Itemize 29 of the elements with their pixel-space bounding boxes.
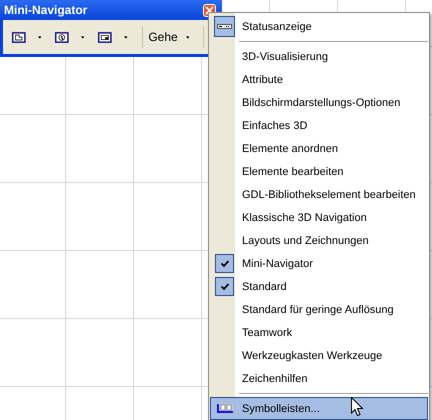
menu-item[interactable]: Zeichenhilfen: [210, 367, 428, 390]
menu-item[interactable]: Attribute: [210, 68, 428, 91]
layout-icon[interactable]: [98, 30, 112, 44]
menu-item[interactable]: Elemente anordnen: [210, 137, 428, 160]
menu-item[interactable]: 3D-Visualisierung: [210, 45, 428, 68]
menu-item[interactable]: Standard: [210, 275, 428, 298]
menu-item[interactable]: Standard für geringe Auflösung: [210, 298, 428, 321]
floor-plan-icon[interactable]: [12, 30, 26, 44]
dropdown-arrow-icon[interactable]: [80, 36, 84, 38]
menu-item[interactable]: Werkzeugkasten Werkzeuge: [210, 344, 428, 367]
menu-item[interactable]: Teamwork: [210, 321, 428, 344]
mouse-pointer-icon: [351, 397, 364, 417]
menu-item[interactable]: Einfaches 3D: [210, 114, 428, 137]
dropdown-arrow-icon[interactable]: [124, 36, 128, 38]
status-bar-icon: [214, 16, 235, 37]
goto-menu-button[interactable]: Gehe: [148, 30, 178, 44]
menu-item[interactable]: GDL-Bibliothekselement bearbeiten: [210, 183, 428, 206]
menu-item[interactable]: Layouts und Zeichnungen: [210, 229, 428, 252]
menu-item[interactable]: Elemente bearbeiten: [210, 160, 428, 183]
menu-item[interactable]: Bildschirmdarstellungs-Optionen: [210, 91, 428, 114]
window-title: Mini-Navigator: [4, 3, 88, 17]
dropdown-arrow-icon[interactable]: [186, 36, 190, 38]
menu-item[interactable]: Symbolleisten...: [210, 397, 428, 420]
globe-icon[interactable]: [55, 30, 69, 44]
menu-item[interactable]: Klassische 3D Navigation: [210, 206, 428, 229]
toolbar-icon: [216, 404, 232, 413]
menu-item[interactable]: Mini-Navigator: [210, 252, 428, 275]
menu-item[interactable]: Statusanzeige: [210, 15, 428, 38]
dropdown-arrow-icon[interactable]: [38, 36, 42, 38]
